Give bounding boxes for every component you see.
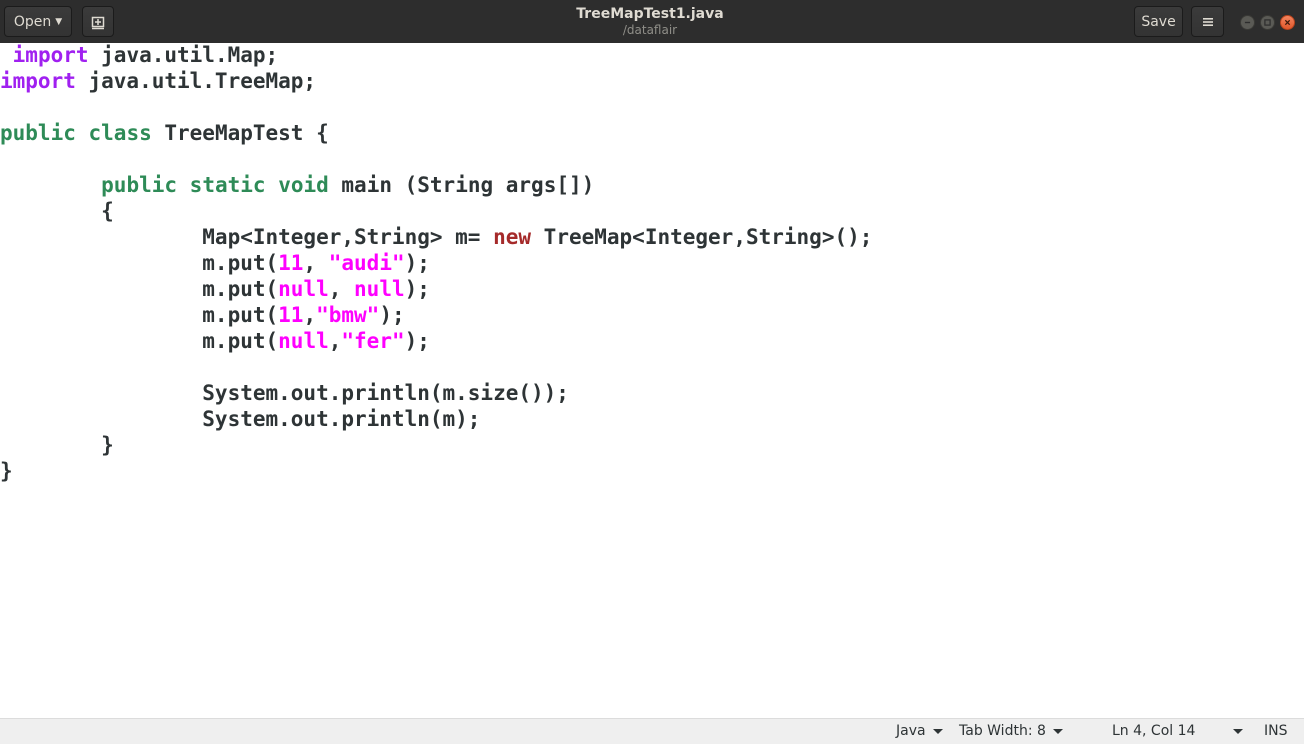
open-button[interactable]: Open ▼ <box>4 6 72 37</box>
code-token: null <box>354 277 405 301</box>
code-editor[interactable]: import java.util.Map; import java.util.Tr… <box>0 43 1304 718</box>
code-line: m.put(null,"fer"); <box>0 328 430 354</box>
code-token: m.put( <box>0 329 279 353</box>
code-token: import <box>0 69 76 93</box>
menu-button[interactable] <box>1191 6 1224 37</box>
code-line: Map<Integer,String> m= new TreeMap<Integ… <box>0 224 872 250</box>
code-token: , <box>328 329 342 353</box>
close-button[interactable] <box>1280 15 1295 30</box>
cursor-position-selector[interactable]: Ln 4, Col 14 <box>1112 719 1244 744</box>
insert-mode-indicator: INS <box>1264 719 1288 744</box>
code-token: Map<Integer,String> m= <box>0 225 494 249</box>
new-document-button[interactable] <box>82 6 114 37</box>
chevron-down-icon <box>1052 728 1063 734</box>
code-token: TreeMapTest { <box>151 121 329 145</box>
code-token: import <box>12 43 89 67</box>
code-token: , <box>303 303 317 327</box>
code-line: System.out.println(m); <box>0 406 480 432</box>
code-token: System.out.println(m); <box>0 407 481 431</box>
code-token: ); <box>404 277 430 301</box>
open-button-label: Open <box>13 13 52 30</box>
code-line: } <box>0 432 114 458</box>
code-token: ); <box>404 329 430 353</box>
maximize-button[interactable] <box>1260 15 1275 30</box>
code-token: class <box>88 121 152 145</box>
code-token: System.out.println(m.size()); <box>0 381 569 405</box>
code-line: } <box>0 458 13 484</box>
code-line: m.put(11, "audi"); <box>0 250 430 276</box>
header-bar: Open ▼ TreeMapTest1.java /dataflair Save <box>0 0 1304 43</box>
code-line: public static void main (String args[]) <box>0 172 594 198</box>
minimize-button[interactable] <box>1240 15 1255 30</box>
code-token: public <box>101 173 178 197</box>
code-token: TreeMap<Integer,String>(); <box>531 225 873 249</box>
window-title: TreeMapTest1.java <box>576 6 724 22</box>
code-token: 11 <box>278 303 304 327</box>
code-token: ); <box>404 251 430 275</box>
chevron-down-icon <box>1233 728 1244 734</box>
insert-mode-label: INS <box>1264 723 1288 739</box>
code-token: public <box>0 121 76 145</box>
new-document-icon <box>91 16 105 29</box>
tab-width-selector[interactable]: Tab Width: 8 <box>959 719 1063 744</box>
code-token: java.util.Map; <box>88 43 279 67</box>
code-line: { <box>0 198 114 224</box>
code-line: m.put(11,"bmw"); <box>0 302 405 328</box>
minimize-icon <box>1244 21 1251 24</box>
language-label: Java <box>896 723 926 739</box>
save-button[interactable]: Save <box>1134 6 1183 37</box>
code-token: 11 <box>278 251 304 275</box>
code-token: m.put( <box>0 251 279 275</box>
window-title-area: TreeMapTest1.java /dataflair <box>450 6 850 37</box>
cursor-position-label: Ln 4, Col 14 <box>1112 723 1196 739</box>
code-token: null <box>278 329 329 353</box>
code-token: , <box>328 277 355 301</box>
code-token: } <box>0 433 114 457</box>
chevron-down-icon <box>932 728 943 734</box>
code-token: { <box>0 199 114 223</box>
save-button-label: Save <box>1141 13 1176 30</box>
code-token: "fer" <box>341 329 405 353</box>
code-token: void <box>278 173 329 197</box>
chevron-down-icon: ▼ <box>55 16 63 27</box>
maximize-icon <box>1264 19 1271 26</box>
tab-width-label: Tab Width: 8 <box>959 723 1046 739</box>
code-token: } <box>0 459 13 483</box>
code-line: import java.util.Map; <box>0 42 279 68</box>
code-token: m.put( <box>0 277 279 301</box>
code-token: static <box>189 173 266 197</box>
code-token: null <box>278 277 329 301</box>
window-subtitle: /dataflair <box>622 23 678 37</box>
code-token: "audi" <box>328 251 405 275</box>
code-token: new <box>493 225 532 249</box>
code-line: public class TreeMapTest { <box>0 120 329 146</box>
code-line: System.out.println(m.size()); <box>0 380 569 406</box>
hamburger-menu-icon <box>1202 17 1213 26</box>
code-token: "bmw" <box>316 303 380 327</box>
code-line: import java.util.TreeMap; <box>0 68 316 94</box>
code-line: m.put(null, null); <box>0 276 430 302</box>
code-token: m.put( <box>0 303 279 327</box>
code-token: , <box>303 251 329 275</box>
close-icon <box>1284 19 1291 26</box>
language-selector[interactable]: Java <box>896 719 943 744</box>
code-token: main (String args[]) <box>328 173 595 197</box>
code-token: ); <box>379 303 405 327</box>
status-bar: Java Tab Width: 8 Ln 4, Col 14 INS <box>0 718 1304 744</box>
code-token: java.util.TreeMap; <box>75 69 317 93</box>
